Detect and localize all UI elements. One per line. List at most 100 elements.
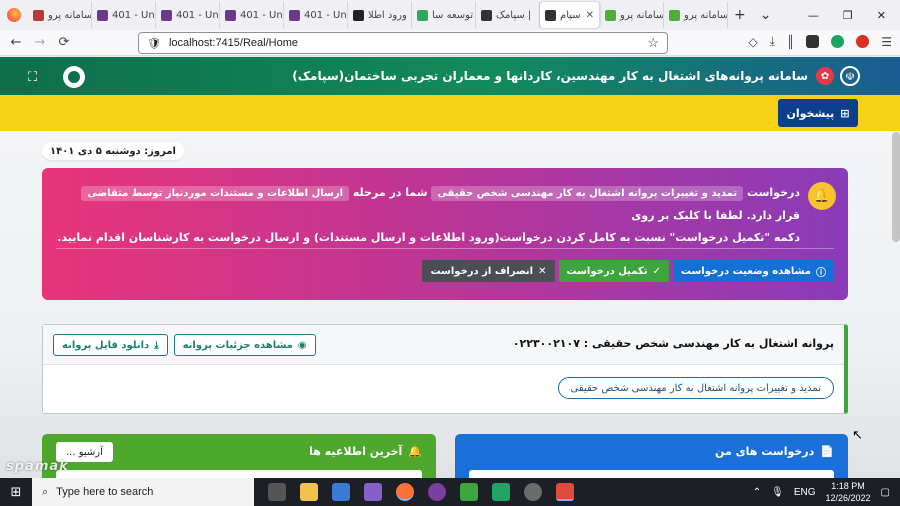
complete-request-button[interactable]: ✓ تکمیل درخواست (558, 260, 669, 282)
bookmark-star-icon[interactable]: ☆ (647, 35, 659, 51)
top-menu-bar: ⊞ پیشخوان (0, 95, 900, 131)
extension-icon[interactable] (806, 35, 820, 48)
close-icon: ✕ (538, 265, 547, 277)
bell-icon: 🔔 (408, 445, 422, 458)
back-button[interactable]: ← (4, 35, 28, 50)
tab-label: سامانه پرو (48, 9, 92, 21)
extension-icon[interactable] (856, 35, 870, 48)
cancel-request-button[interactable]: ✕ انصراف از درخواست (422, 260, 555, 282)
browser-tab[interactable]: سامانه پرو (664, 2, 728, 28)
browser-tab[interactable]: 401 - Una (92, 2, 156, 28)
alert-suffix: قرار دارد. لطفا با کلیک بر روی (631, 209, 800, 222)
pocket-icon[interactable]: ◇ (748, 35, 757, 49)
browser-tab[interactable]: توسعه سا (412, 2, 476, 28)
app-icon[interactable] (556, 483, 574, 501)
app-header: ☫ ✿ سامانه پروانه‌های اشتغال به کار مهند… (0, 57, 900, 95)
tab-favicon-icon (353, 9, 364, 21)
search-icon: ⌕ (42, 485, 49, 498)
license-card: پروانه اشتغال به کار مهندسی شخص حقیقی : … (42, 324, 848, 414)
eye-icon: ◉ (297, 339, 307, 351)
view-license-details-button[interactable]: ◉ مشاهده جزئیات پروانه (173, 334, 316, 356)
tab-label: 401 - Una (112, 9, 156, 21)
taskbar-search[interactable]: ⌕ Type here to search (32, 478, 254, 506)
download-icon: ⤓ (154, 339, 159, 351)
fullscreen-icon[interactable]: ⛶ (28, 70, 37, 85)
alert-message: درخواست تمدید و تغییرات پروانه اشتغال به… (54, 182, 800, 249)
download-license-label: دانلود فایل پروانه (62, 339, 150, 351)
tab-list: سامانه پرو 401 - Una 401 - Una 401 - Una 401… (28, 2, 728, 28)
menu-icon[interactable]: ☰ (881, 35, 892, 49)
settings-icon[interactable] (524, 483, 542, 501)
minimize-button[interactable]: — (808, 9, 819, 22)
forward-button[interactable]: → (28, 35, 52, 50)
dashboard-icon: ⊞ (840, 106, 850, 120)
user-avatar[interactable] (63, 66, 86, 88)
logo-icon: ✿ (816, 67, 834, 85)
tab-label: 401 - Una (240, 9, 284, 21)
news-panel-body (56, 470, 422, 478)
info-icon: ⓘ (816, 267, 826, 279)
notifications-icon[interactable]: ▢ (881, 487, 890, 498)
browser-tab[interactable]: سامانه پرو (28, 2, 92, 28)
app-icon[interactable] (460, 483, 478, 501)
visual-studio-icon[interactable] (364, 483, 382, 501)
browser-tab[interactable]: 401 - Una (220, 2, 284, 28)
new-tab-button[interactable]: + (734, 7, 746, 23)
downloads-icon[interactable]: ⤓ (770, 34, 775, 49)
microphone-icon[interactable]: 🎙 (771, 487, 784, 498)
request-type-badge: تمدید و تغییرات پروانه اشتغال به کار مهن… (431, 186, 744, 201)
browser-nav-bar: ← → ⟳ 🛡 localhost:7415/Real/Home ☆ ◇ ⤓ ║… (0, 30, 900, 56)
tab-label: سامانه پرو (684, 9, 728, 21)
reload-button[interactable]: ⟳ (52, 35, 76, 50)
news-panel-title: آخرین اطلاعیه ها (309, 445, 403, 458)
tools-app-icon[interactable] (332, 483, 350, 501)
tab-label: ورود اطلا (368, 9, 407, 21)
task-view-icon[interactable] (268, 483, 286, 501)
url-bar[interactable]: 🛡 localhost:7415/Real/Home ☆ (138, 32, 668, 54)
close-tab-icon[interactable]: ✕ (586, 10, 594, 21)
view-status-button[interactable]: ⓘ مشاهده وضعیت درخواست (672, 260, 834, 282)
tab-label: سپامک | (496, 9, 532, 21)
tab-list-button[interactable]: ⌄ (760, 7, 772, 23)
browser-tab[interactable]: سامانه پرو (600, 2, 664, 28)
app-icon[interactable] (428, 483, 446, 501)
tab-label: سپام (560, 9, 581, 21)
shield-icon: 🛡 (147, 37, 161, 50)
view-details-label: مشاهده جزئیات پروانه (182, 339, 293, 351)
library-icon[interactable]: ║ (787, 35, 794, 49)
tab-favicon-icon (605, 9, 616, 21)
maximize-button[interactable]: ❐ (843, 9, 853, 22)
dashboard-button[interactable]: ⊞ پیشخوان (778, 99, 858, 127)
renewal-request-link[interactable]: تمدید و تغییرات پروانه اشتغال به کار مهن… (557, 377, 834, 399)
browser-tab[interactable]: سپام ✕ (540, 2, 600, 28)
tab-favicon-icon (97, 9, 108, 21)
today-date: امروز: دوشنبه ۵ دی ۱۴۰۱ (42, 142, 184, 160)
document-icon: 📄 (820, 445, 834, 458)
my-requests-panel: 📄 درخواست های من (455, 434, 848, 478)
windows-taskbar: ⊞ ⌕ Type here to search ⌃ 🎙 ENG 1:18 PM … (0, 478, 900, 506)
browser-tab[interactable]: 401 - Una (156, 2, 220, 28)
start-button[interactable]: ⊞ (0, 485, 32, 500)
firefox-icon[interactable] (0, 0, 28, 30)
firefox-taskbar-icon[interactable] (396, 483, 414, 501)
download-license-button[interactable]: ⤓ دانلود فایل پروانه (53, 334, 168, 356)
language-indicator[interactable]: ENG (794, 487, 816, 498)
file-explorer-icon[interactable] (300, 483, 318, 501)
tab-favicon-icon (417, 9, 428, 21)
extension-icon[interactable] (831, 35, 845, 48)
license-title: پروانه اشتغال به کار مهندسی شخص حقیقی : … (512, 337, 834, 350)
browser-tab[interactable]: ورود اطلا (348, 2, 412, 28)
alert-prefix: درخواست (746, 186, 800, 199)
check-icon: ✓ (652, 265, 661, 277)
chevron-up-icon[interactable]: ⌃ (753, 487, 761, 498)
clock[interactable]: 1:18 PM 12/26/2022 (826, 480, 871, 504)
browser-tab[interactable]: سپامک | (476, 2, 540, 28)
app-icon[interactable] (492, 483, 510, 501)
browser-tab[interactable]: 401 - Una (284, 2, 348, 28)
bell-icon: 🔔 (808, 182, 836, 210)
tab-favicon-icon (225, 9, 236, 21)
complete-request-label: تکمیل درخواست (566, 265, 648, 277)
close-window-button[interactable]: ✕ (877, 9, 886, 22)
view-status-label: مشاهده وضعیت درخواست (680, 265, 811, 277)
scrollbar[interactable] (892, 132, 900, 242)
